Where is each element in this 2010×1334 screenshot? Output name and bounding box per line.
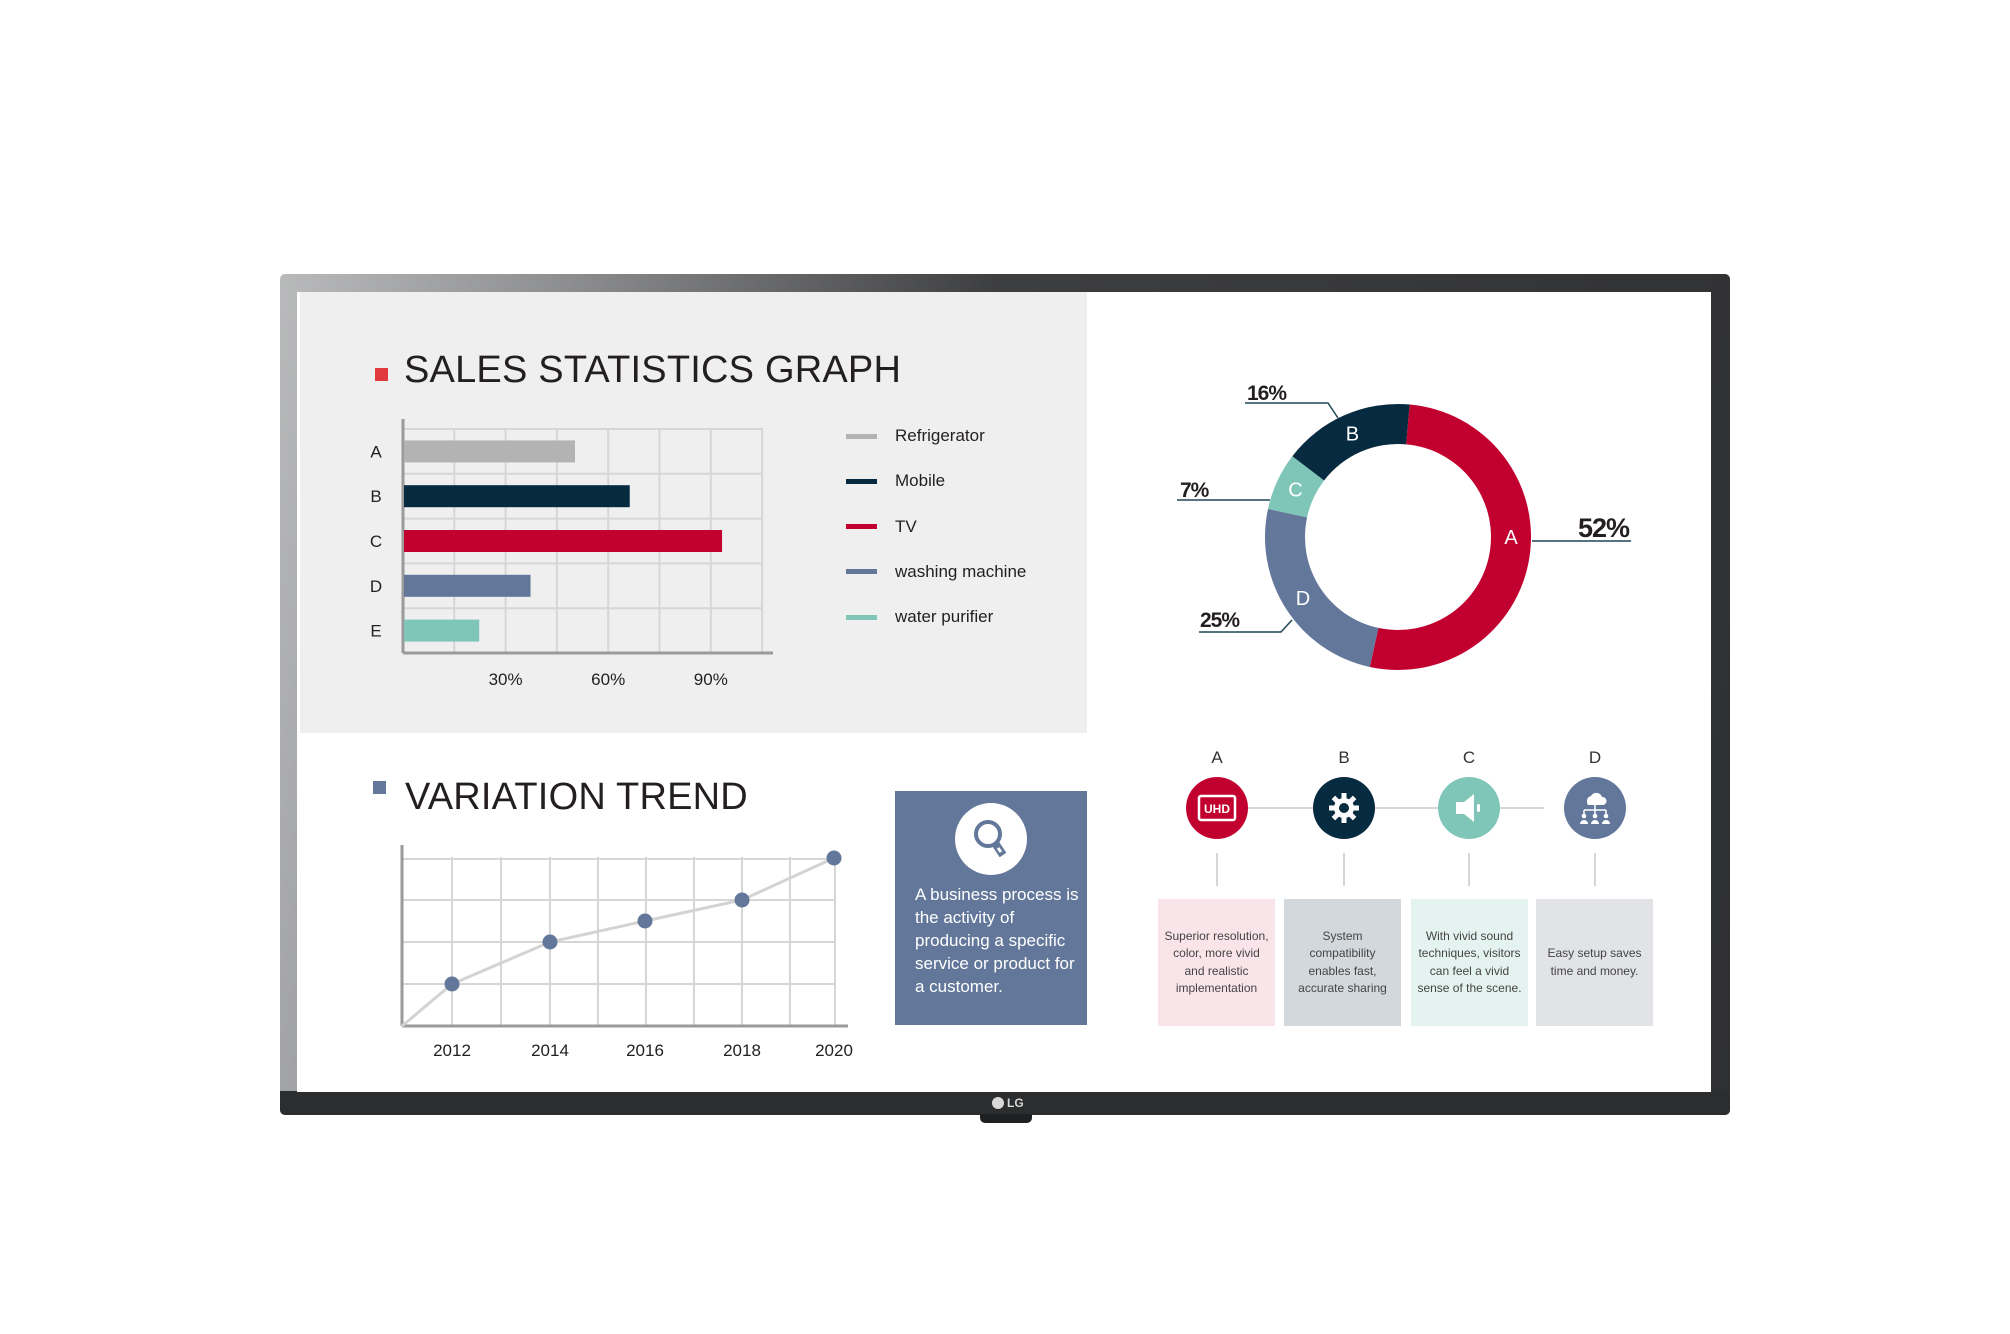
donut-leader-line [1245, 402, 1339, 419]
donut-percent-label: 16% [1247, 382, 1287, 405]
brand-logo: LG [992, 1095, 1024, 1111]
brand-name: LG [1007, 1096, 1024, 1110]
feature-description: System compatibility enables fast, accur… [1298, 928, 1387, 996]
svg-text:UHD: UHD [1204, 802, 1230, 816]
network-icon [1577, 790, 1613, 826]
trend-point-2014 [542, 934, 558, 950]
legend-swatch [846, 569, 877, 575]
trend-point-2020 [826, 850, 842, 866]
legend-item: TV [846, 517, 917, 537]
feature-letter: A [1211, 748, 1223, 767]
trend-line-chart: 2012 2014 2016 2018 2020 [400, 845, 853, 1060]
trend-x-tick-label: 2020 [815, 1041, 853, 1060]
gear-icon [1327, 791, 1361, 825]
bar-x-tick-label: 30% [489, 670, 523, 689]
trend-x-tick-label: 2012 [433, 1041, 471, 1060]
trend-point-2018 [734, 892, 750, 908]
legend-item: Mobile [846, 471, 945, 491]
trend-x-tick-label: 2016 [626, 1041, 664, 1060]
bar-e [404, 619, 480, 642]
legend-item: Refrigerator [846, 426, 985, 446]
trend-point-2012 [444, 976, 460, 992]
bar-x-tick-label: 90% [694, 670, 728, 689]
feature-description: Superior resolution, color, more vivid a… [1164, 928, 1269, 996]
lg-emblem-icon [992, 1097, 1004, 1109]
feature-icon-badge: UHD [1186, 777, 1248, 839]
feature-icon-badge [1313, 777, 1375, 839]
donut-percent-label: 25% [1200, 609, 1240, 632]
legend-label: washing machine [895, 561, 1027, 581]
bar-b [404, 485, 630, 508]
legend-item: water purifier [846, 607, 993, 627]
donut-percent-label: 7% [1180, 479, 1210, 502]
legend-label: Mobile [895, 471, 946, 491]
bar-category-label: C [370, 532, 382, 551]
legend-swatch [846, 478, 877, 484]
trend-x-tick-label: 2018 [723, 1041, 761, 1060]
feature-description-card: Superior resolution, color, more vivid a… [1158, 899, 1275, 1026]
feature-letter: B [1338, 748, 1350, 767]
bar-x-tick-label: 60% [591, 670, 625, 689]
donut-slice-label: C [1288, 480, 1302, 502]
legend-swatch [846, 614, 877, 620]
info-text: A business process is the activity of pr… [915, 885, 1079, 996]
feature-icon-badge [1438, 777, 1500, 839]
sales-bar-chart: A B C D E 30% 60% 90% [370, 419, 773, 689]
magnifier-icon-badge [955, 803, 1027, 875]
bar-a [404, 440, 575, 463]
speaker-icon [1452, 791, 1486, 825]
feature-description-card: Easy setup saves time and money. [1536, 899, 1653, 1026]
trend-x-tick-label: 2014 [531, 1041, 569, 1060]
legend-label: Refrigerator [895, 426, 985, 445]
legend-item: washing machine [846, 562, 1026, 582]
info-card: A business process is the activity of pr… [895, 791, 1087, 1025]
feature-letter: D [1588, 748, 1602, 767]
bar-category-label: E [370, 622, 381, 641]
donut-slice-label: B [1346, 424, 1359, 446]
donut-percent-label: 52% [1578, 513, 1630, 543]
feature-description-card: System compatibility enables fast, accur… [1284, 899, 1401, 1026]
feature-description: With vivid sound techniques, visitors ca… [1417, 928, 1522, 996]
donut-slice-label: D [1296, 588, 1310, 610]
feature-icon-badge [1564, 777, 1626, 839]
uhd-icon: UHD [1197, 794, 1237, 822]
legend-swatch [846, 524, 877, 530]
bar-category-label: B [370, 487, 381, 506]
bar-c [404, 530, 723, 552]
donut-slice-label: A [1504, 527, 1518, 549]
legend-swatch [846, 433, 877, 439]
donut-slice-d [1265, 508, 1379, 667]
magnifier-icon [974, 820, 1007, 858]
feature-description-card: With vivid sound techniques, visitors ca… [1411, 899, 1528, 1026]
bar-category-label: A [370, 442, 382, 461]
legend-label: water purifier [895, 607, 994, 627]
feature-letter: C [1462, 748, 1476, 767]
tv-stand-tab [980, 1114, 1032, 1123]
bar-d [404, 574, 531, 597]
legend-label: TV [895, 516, 917, 536]
bar-category-label: D [370, 577, 382, 596]
share-donut-chart: A D C B 52% 25% 7% 16% [1177, 382, 1631, 670]
display-screen: SALES STATISTICS GRAPH A B C D E 30% 60% 90% Re… [297, 292, 1711, 1092]
trend-point-2016 [637, 913, 653, 929]
feature-description: Easy setup saves time and money. [1547, 946, 1642, 978]
